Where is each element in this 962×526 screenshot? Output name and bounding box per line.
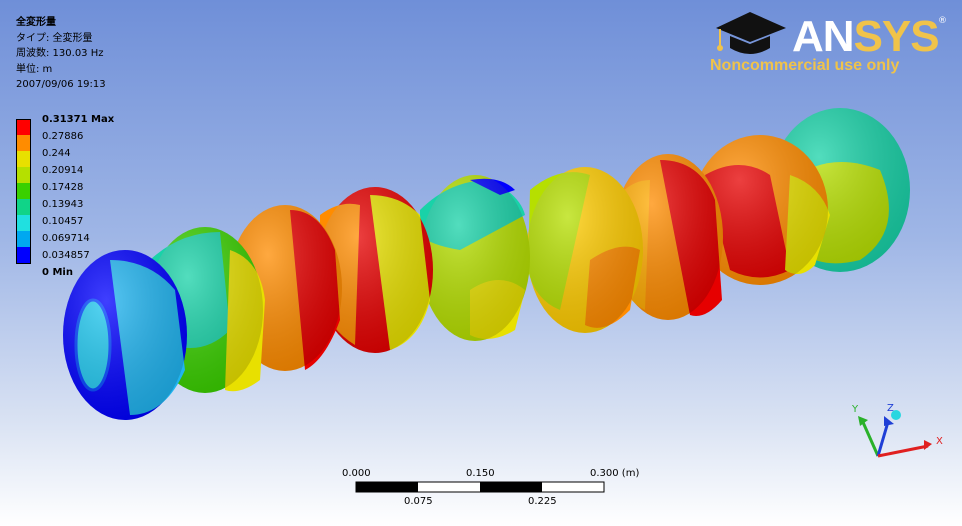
result-info: 全変形量 タイプ: 全変形量 周波数: 130.03 Hz 単位: m 2007… [16, 15, 106, 93]
legend-label-8: 0.034857 [42, 250, 90, 261]
lobe-5 [420, 175, 530, 341]
legend-label-1: 0.27886 [42, 131, 84, 142]
legend-swatch-4 [16, 183, 31, 199]
legend-label-min: 0 Min [42, 267, 73, 278]
legend-swatch-1 [16, 135, 31, 151]
scale-tick-75: 0.075 [404, 496, 433, 507]
result-title: 全変形量 [16, 17, 56, 28]
result-unit: 単位: m [16, 63, 53, 75]
noncommercial-notice: Noncommercial use only [710, 57, 900, 74]
lobe-6 [527, 167, 643, 333]
scale-tick-150: 0.150 [466, 468, 495, 479]
legend-swatch-5 [16, 199, 31, 215]
ansys-logo: ANSYS ® Noncommercial use only [708, 8, 947, 78]
model-view[interactable] [0, 0, 962, 526]
legend-swatch-3 [16, 167, 31, 183]
ansys-wordmark: ANSYS [792, 12, 940, 61]
legend-swatch-0 [16, 119, 31, 135]
scale-bar: 0.000 0.150 0.300 (m) 0.075 0.225 [330, 468, 650, 518]
result-type: タイプ: 全変形量 [16, 32, 93, 44]
legend-label-max: 0.31371 Max [42, 114, 115, 125]
legend-swatch-6 [16, 215, 31, 231]
legend-label-4: 0.17428 [42, 182, 84, 193]
result-frequency: 周波数: 130.03 Hz [16, 48, 104, 59]
coordinate-triad[interactable]: Y Z X [840, 398, 950, 468]
result-date: 2007/09/06 19:13 [16, 79, 106, 90]
scale-bar-graphic [355, 481, 605, 493]
legend-label-6: 0.10457 [42, 216, 84, 227]
legend-swatch-8 [16, 247, 31, 264]
scale-tick-300: 0.300 (m) [590, 468, 640, 479]
legend-label-3: 0.20914 [42, 165, 84, 176]
triad-z-label: Z [887, 403, 894, 414]
scale-tick-225: 0.225 [528, 496, 557, 507]
mortarboard-icon [716, 12, 786, 54]
lobe-1 [63, 250, 187, 420]
graphics-viewport[interactable]: 全変形量 タイプ: 全変形量 周波数: 130.03 Hz 単位: m 2007… [0, 0, 962, 526]
scale-tick-0: 0.000 [342, 468, 371, 479]
registered-mark: ® [938, 16, 947, 26]
legend-label-2: 0.244 [42, 148, 71, 159]
legend-swatch-7 [16, 231, 31, 247]
legend-label-5: 0.13943 [42, 199, 84, 210]
triad-y-label: Y [851, 404, 859, 415]
legend-swatch-2 [16, 151, 31, 167]
legend-label-7: 0.069714 [42, 233, 90, 244]
triad-x-label: X [936, 436, 943, 447]
